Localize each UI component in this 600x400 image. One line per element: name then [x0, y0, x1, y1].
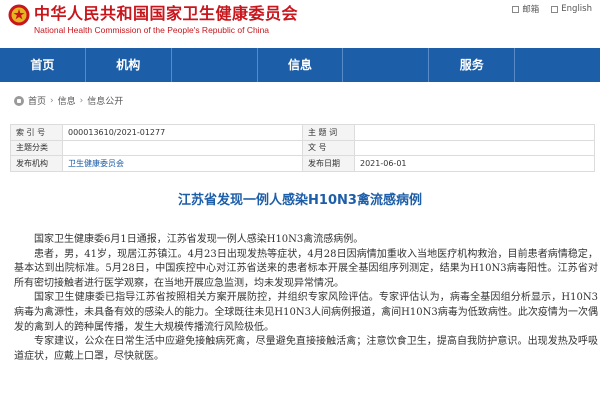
index-label: 索 引 号: [10, 124, 63, 141]
breadcrumb-separator: ›: [79, 95, 84, 106]
issuer-link[interactable]: 卫生健康委员会: [68, 159, 124, 168]
language-icon: [551, 5, 559, 13]
breadcrumb-separator: ›: [50, 95, 54, 106]
category-value: [62, 139, 303, 156]
article-paragraph: 国家卫生健康委已指导江苏省按照相关方案开展防控，并组织专家风险评估。专家评估认为…: [14, 292, 598, 333]
english-label: English: [561, 4, 592, 14]
nav-item-5[interactable]: [343, 48, 430, 82]
doc-no-value: [354, 139, 595, 156]
article-paragraph: 专家建议，公众在日常生活中应避免接触病死禽，尽量避免直接接触活禽；注意饮食卫生，…: [14, 336, 598, 362]
breadcrumb-home[interactable]: 首页: [28, 94, 46, 107]
index-value: 000013610/2021-01277: [62, 124, 303, 141]
location-icon: [14, 95, 24, 106]
nav-item-services[interactable]: 服务: [429, 48, 516, 82]
keywords-label: 主 题 词: [302, 124, 355, 141]
nav-item-institutions[interactable]: 机构: [86, 48, 172, 82]
article-paragraph: 国家卫生健康委6月1日通报，江苏省发现一例人感染H10N3禽流感病例。: [34, 234, 364, 245]
table-row: 索 引 号 000013610/2021-01277 主 题 词: [10, 124, 595, 141]
main-nav: 首页 机构 信息 服务: [0, 48, 600, 82]
article-paragraph: 患者，男，41岁，现居江苏镇江。4月23日出现发热等症状，4月28日因病情加重收…: [14, 248, 598, 289]
issuer-value: 卫生健康委员会: [62, 155, 303, 172]
nav-item-7[interactable]: [515, 48, 600, 82]
keywords-value: [354, 124, 595, 141]
article-body: 国家卫生健康委6月1日通报，江苏省发现一例人感染H10N3禽流感病例。 患者，男…: [14, 233, 598, 364]
date-value: 2021-06-01: [354, 155, 595, 172]
mailbox-link[interactable]: 邮箱: [512, 3, 539, 15]
mailbox-label: 邮箱: [522, 5, 540, 15]
breadcrumb-disclosure[interactable]: 信息公开: [87, 94, 123, 107]
english-link[interactable]: English: [551, 3, 592, 15]
site-subtitle-en: National Health Commission of the People…: [34, 25, 270, 35]
national-emblem-icon: [8, 4, 30, 26]
nav-item-3[interactable]: [172, 48, 258, 82]
doc-no-label: 文 号: [302, 139, 355, 156]
nav-item-information[interactable]: 信息: [258, 48, 344, 82]
site-title[interactable]: 中华人民共和国国家卫生健康委员会: [34, 5, 298, 23]
breadcrumb: 首页 › 信息 › 信息公开: [14, 94, 123, 107]
table-row: 主题分类 文 号: [10, 139, 595, 156]
document-info-table: 索 引 号 000013610/2021-01277 主 题 词 主题分类 文 …: [10, 124, 595, 172]
top-links: 邮箱 English: [512, 3, 592, 15]
category-label: 主题分类: [10, 139, 63, 156]
issuer-label: 发布机构: [10, 155, 63, 172]
article-title: 江苏省发现一例人感染H10N3禽流感病例: [178, 193, 422, 208]
nav-item-home[interactable]: 首页: [0, 48, 86, 82]
table-row: 发布机构 卫生健康委员会 发布日期 2021-06-01: [10, 155, 595, 172]
date-label: 发布日期: [302, 155, 355, 172]
breadcrumb-information[interactable]: 信息: [58, 94, 76, 107]
site-header: 中华人民共和国国家卫生健康委员会 National Health Commiss…: [0, 0, 600, 48]
mail-icon: [512, 5, 520, 13]
